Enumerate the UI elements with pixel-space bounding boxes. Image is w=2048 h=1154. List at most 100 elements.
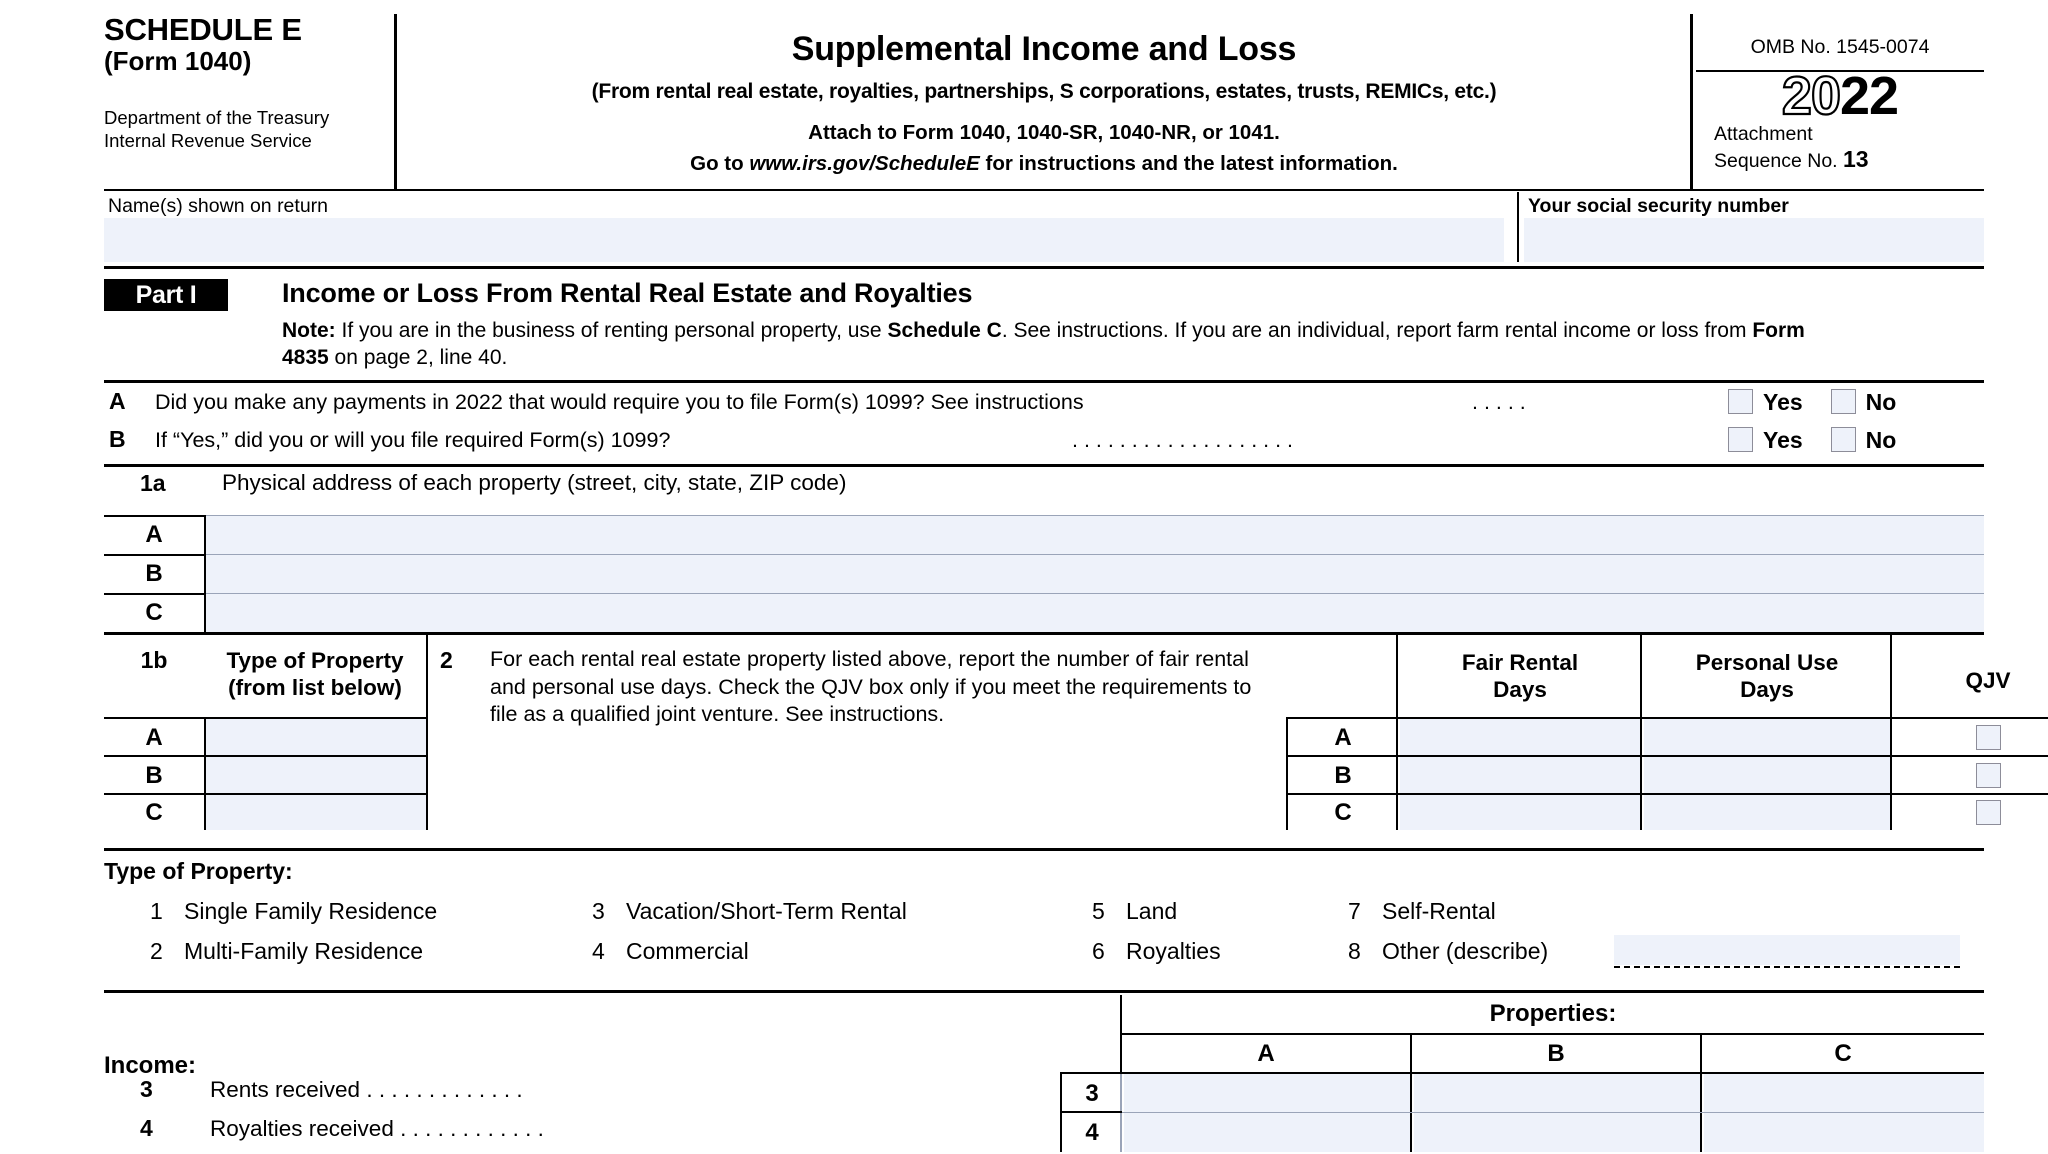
part-1-title: Income or Loss From Rental Real Estate a… [282, 278, 973, 308]
income-row-4-input-a[interactable] [1124, 1113, 1410, 1152]
irs-website-link[interactable]: www.irs.gov/ScheduleE [749, 152, 980, 175]
property-type-item-7: 7 Self-Rental [1348, 898, 1496, 925]
line-2-instruction-column: 2 For each rental real estate property l… [428, 635, 1288, 830]
address-row-a-letter: A [104, 515, 204, 554]
note-label: Note: [282, 319, 336, 342]
question-a-no-checkbox[interactable] [1830, 389, 1856, 414]
line-2-row-c-letter: C [1334, 799, 1352, 826]
questions-bottom-rule [104, 464, 1984, 467]
agency-line-1: Department of the Treasury [104, 107, 330, 128]
property-type-2-number: 2 [150, 938, 163, 964]
attachment-sequence: Attachment Sequence No. 13 [1696, 123, 1984, 174]
address-row-b: B [104, 554, 1984, 593]
properties-rule-b-c [1700, 1033, 1702, 1152]
line-1a-number: 1a [140, 470, 166, 496]
form-masthead: SCHEDULE E (Form 1040) Department of the… [104, 12, 1984, 189]
income-row-4-number: 4 [140, 1115, 153, 1141]
address-letter-c-top-rule [104, 593, 206, 595]
address-row-a-input[interactable] [206, 515, 1984, 554]
line-1b-row-a-letter: A [145, 724, 163, 751]
question-b-yes-checkbox[interactable] [1728, 427, 1753, 452]
address-row-b-top-rule [206, 554, 1984, 555]
type-of-property-input-a[interactable] [206, 719, 426, 756]
income-row-4: 4 Royalties received . . . . . . . . . .… [104, 1114, 1064, 1154]
question-a-options: Yes No [1728, 389, 1896, 416]
personal-use-days-input-b[interactable] [1644, 757, 1890, 794]
income-row-3-label: Rents received . . . . . . . . . . . . . [210, 1077, 523, 1103]
personal-use-days-input-a[interactable] [1644, 719, 1890, 756]
form-title: Supplemental Income and Loss [791, 30, 1297, 68]
personal-use-days-input-c[interactable] [1644, 795, 1890, 830]
property-type-item-6: 6 Royalties [1092, 938, 1221, 965]
address-letter-a-top-rule [104, 515, 206, 517]
income-row-3-input-a[interactable] [1124, 1074, 1410, 1112]
properties-rule-a-b [1410, 1033, 1412, 1152]
rule-after-type-of-property [426, 635, 428, 830]
rule-before-line-2-letters [1286, 719, 1288, 830]
qjv-checkbox-b[interactable] [1975, 763, 2001, 788]
address-row-c: C [104, 593, 1984, 632]
property-type-5-label: Land [1126, 898, 1178, 924]
properties-header: Properties: [1489, 1000, 1617, 1027]
masthead-center: Supplemental Income and Loss (From renta… [400, 14, 1688, 189]
income-row-3-top-rule [1060, 1072, 1984, 1074]
fair-rental-days-header-line-2: Days [1493, 677, 1547, 702]
income-row-3: 3 Rents received . . . . . . . . . . . .… [104, 1075, 1064, 1115]
masthead-right: OMB No. 1545-0074 2022 Attachment Sequen… [1696, 14, 1984, 189]
income-row-3-input-c[interactable] [1704, 1074, 1984, 1112]
income-row-4-input-b[interactable] [1414, 1113, 1700, 1152]
ssn-input[interactable] [1524, 218, 1984, 262]
income-row-4-input-c[interactable] [1704, 1113, 1984, 1152]
goto-suffix: for instructions and the latest informat… [979, 152, 1398, 175]
line-1b-and-2-table: 1b Type of Property (from list below) A … [104, 635, 2048, 830]
personal-use-days-header-line-1: Personal Use [1695, 650, 1839, 675]
goto-prefix: Go to [690, 152, 750, 175]
line-1b-number: 1b [140, 647, 168, 673]
qjv-cell-a [1892, 719, 2048, 757]
agency-name: Department of the Treasury Internal Reve… [104, 106, 329, 152]
qjv-cell-c [1892, 795, 2048, 830]
income-row-3-input-b[interactable] [1414, 1074, 1700, 1112]
type-of-property-input-b[interactable] [206, 757, 426, 794]
note-schedule-c: Schedule C [887, 319, 1002, 342]
rule-under-1b-header [104, 717, 426, 719]
line-2-row-b-letter: B [1334, 762, 1352, 789]
schedule-title: SCHEDULE E [104, 12, 302, 47]
question-a-yes-label: Yes [1763, 389, 1803, 415]
income-row-4-leader-dots: . . . . . . . . . . . . [400, 1116, 544, 1141]
line-1a-label: Physical address of each property (stree… [222, 470, 847, 495]
income-row-4-number-top-rule [1060, 1111, 1122, 1113]
fair-rental-days-input-a[interactable] [1400, 719, 1640, 756]
fair-rental-days-input-c[interactable] [1400, 795, 1640, 830]
qjv-checkbox-a[interactable] [1975, 725, 2001, 750]
fair-rental-days-column: Fair Rental Days [1398, 635, 1642, 830]
other-property-type-input[interactable] [1614, 935, 1960, 965]
property-type-item-8: 8 Other (describe) [1348, 938, 1548, 965]
qjv-checkbox-c[interactable] [1975, 800, 2001, 825]
address-row-b-input[interactable] [206, 554, 1984, 593]
question-row-b: B If “Yes,” did you or will you file req… [104, 426, 1984, 466]
question-a-yes-checkbox[interactable] [1728, 389, 1753, 414]
type-of-property-header-line-2: (from list below) [228, 675, 402, 700]
type-of-property-input-c[interactable] [206, 795, 426, 830]
question-b-letter: B [109, 426, 126, 452]
note-text-2: . See instructions. If you are an indivi… [1001, 319, 1753, 342]
name-field-label: Name(s) shown on return [108, 195, 329, 217]
question-b-no-checkbox[interactable] [1830, 427, 1856, 452]
property-type-item-4: 4 Commercial [592, 938, 749, 965]
question-b-options: Yes No [1728, 427, 1896, 454]
name-input[interactable] [104, 218, 1504, 262]
fair-rental-days-header-line-1: Fair Rental [1461, 650, 1579, 675]
property-type-5-number: 5 [1092, 898, 1105, 924]
question-b-no-label: No [1865, 427, 1897, 453]
type-of-property-column: Type of Property (from list below) [204, 635, 426, 830]
address-row-c-input[interactable] [206, 593, 1984, 632]
schedule-e-form-page: SCHEDULE E (Form 1040) Department of the… [0, 0, 2048, 1154]
tax-year-suffix: 22 [1840, 66, 1899, 126]
fair-rental-days-input-b[interactable] [1400, 757, 1640, 794]
part-1-note: Note: If you are in the business of rent… [282, 318, 1842, 372]
part-1-bottom-rule [104, 380, 1984, 383]
property-type-7-number: 7 [1348, 898, 1361, 924]
attach-to-text: Attach to Form 1040, 1040-SR, 1040-NR, o… [808, 121, 1280, 144]
rule-under-line-2-headers [1286, 717, 2048, 719]
